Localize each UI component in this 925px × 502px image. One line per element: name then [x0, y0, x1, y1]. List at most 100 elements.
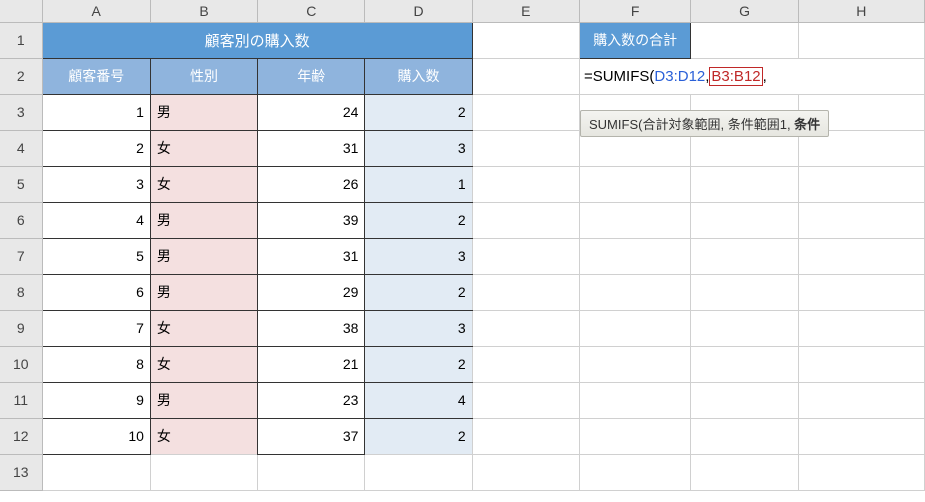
row-header-9[interactable]: 9	[0, 310, 42, 346]
table-row[interactable]: 37	[258, 418, 365, 454]
cell-c13[interactable]	[258, 454, 365, 490]
table-row[interactable]: 男	[150, 382, 257, 418]
cell-g8[interactable]	[691, 274, 798, 310]
cell-h8[interactable]	[798, 274, 924, 310]
table-row[interactable]: 3	[365, 130, 472, 166]
cell-f13[interactable]	[579, 454, 690, 490]
table-row[interactable]: 女	[150, 130, 257, 166]
cell-f8[interactable]	[579, 274, 690, 310]
cell-f11[interactable]	[579, 382, 690, 418]
cell-g6[interactable]	[691, 202, 798, 238]
cell-e12[interactable]	[472, 418, 579, 454]
table-row[interactable]: 31	[258, 238, 365, 274]
cell-g1[interactable]	[691, 22, 798, 58]
table-row[interactable]: 29	[258, 274, 365, 310]
table-row[interactable]: 23	[258, 382, 365, 418]
table-row[interactable]: 10	[42, 418, 150, 454]
table-row[interactable]: 2	[365, 202, 472, 238]
col-header-e[interactable]: E	[472, 0, 579, 22]
cell-f5[interactable]	[579, 166, 690, 202]
table-title-cell[interactable]: 顧客別の購入数	[42, 22, 472, 58]
header-customer-no[interactable]: 顧客番号	[42, 58, 150, 94]
table-row[interactable]: 2	[42, 130, 150, 166]
table-row[interactable]: 5	[42, 238, 150, 274]
table-row[interactable]: 8	[42, 346, 150, 382]
row-header-13[interactable]: 13	[0, 454, 42, 490]
cell-e8[interactable]	[472, 274, 579, 310]
header-purchases[interactable]: 購入数	[365, 58, 472, 94]
spreadsheet-grid[interactable]: A B C D E F G H 1 顧客別の購入数 購入数の合計 2 顧客番号 …	[0, 0, 925, 491]
table-row[interactable]: 31	[258, 130, 365, 166]
table-row[interactable]: 7	[42, 310, 150, 346]
table-row[interactable]: 男	[150, 94, 257, 130]
table-row[interactable]: 2	[365, 94, 472, 130]
cell-g9[interactable]	[691, 310, 798, 346]
table-row[interactable]: 男	[150, 202, 257, 238]
table-row[interactable]: 3	[365, 310, 472, 346]
cell-f9[interactable]	[579, 310, 690, 346]
cell-g7[interactable]	[691, 238, 798, 274]
col-header-d[interactable]: D	[365, 0, 472, 22]
table-row[interactable]: 2	[365, 274, 472, 310]
row-header-8[interactable]: 8	[0, 274, 42, 310]
row-header-12[interactable]: 12	[0, 418, 42, 454]
table-row[interactable]: 24	[258, 94, 365, 130]
cell-e7[interactable]	[472, 238, 579, 274]
cell-f6[interactable]	[579, 202, 690, 238]
table-row[interactable]: 26	[258, 166, 365, 202]
cell-g11[interactable]	[691, 382, 798, 418]
table-row[interactable]: 21	[258, 346, 365, 382]
right-title-cell[interactable]: 購入数の合計	[579, 22, 690, 58]
row-header-5[interactable]: 5	[0, 166, 42, 202]
cell-h9[interactable]	[798, 310, 924, 346]
formula-input-cell[interactable]: =SUMIFS(D3:D12,B3:B12,	[579, 58, 924, 94]
table-row[interactable]: 6	[42, 274, 150, 310]
cell-e9[interactable]	[472, 310, 579, 346]
cell-g12[interactable]	[691, 418, 798, 454]
row-header-1[interactable]: 1	[0, 22, 42, 58]
table-row[interactable]: 2	[365, 346, 472, 382]
cell-f10[interactable]	[579, 346, 690, 382]
header-age[interactable]: 年齢	[258, 58, 365, 94]
table-row[interactable]: 女	[150, 346, 257, 382]
cell-h6[interactable]	[798, 202, 924, 238]
col-header-h[interactable]: H	[798, 0, 924, 22]
cell-e2[interactable]	[472, 58, 579, 94]
table-row[interactable]: 39	[258, 202, 365, 238]
cell-f7[interactable]	[579, 238, 690, 274]
cell-h5[interactable]	[798, 166, 924, 202]
cell-e11[interactable]	[472, 382, 579, 418]
table-row[interactable]: 1	[42, 94, 150, 130]
cell-f12[interactable]	[579, 418, 690, 454]
table-row[interactable]: 38	[258, 310, 365, 346]
cell-e4[interactable]	[472, 130, 579, 166]
table-row[interactable]: 女	[150, 310, 257, 346]
row-header-2[interactable]: 2	[0, 58, 42, 94]
cell-g10[interactable]	[691, 346, 798, 382]
cell-h11[interactable]	[798, 382, 924, 418]
table-row[interactable]: 9	[42, 382, 150, 418]
col-header-a[interactable]: A	[42, 0, 150, 22]
cell-g13[interactable]	[691, 454, 798, 490]
cell-a13[interactable]	[42, 454, 150, 490]
cell-e1[interactable]	[472, 22, 579, 58]
col-header-f[interactable]: F	[579, 0, 690, 22]
col-header-b[interactable]: B	[150, 0, 257, 22]
table-row[interactable]: 4	[42, 202, 150, 238]
cell-g5[interactable]	[691, 166, 798, 202]
header-gender[interactable]: 性別	[150, 58, 257, 94]
table-row[interactable]: 4	[365, 382, 472, 418]
cell-d13[interactable]	[365, 454, 472, 490]
cell-e5[interactable]	[472, 166, 579, 202]
cell-h10[interactable]	[798, 346, 924, 382]
row-header-7[interactable]: 7	[0, 238, 42, 274]
cell-e10[interactable]	[472, 346, 579, 382]
col-header-g[interactable]: G	[691, 0, 798, 22]
cell-h12[interactable]	[798, 418, 924, 454]
col-header-c[interactable]: C	[258, 0, 365, 22]
cell-h13[interactable]	[798, 454, 924, 490]
select-all-corner[interactable]	[0, 0, 42, 22]
cell-e3[interactable]	[472, 94, 579, 130]
table-row[interactable]: 女	[150, 166, 257, 202]
table-row[interactable]: 2	[365, 418, 472, 454]
